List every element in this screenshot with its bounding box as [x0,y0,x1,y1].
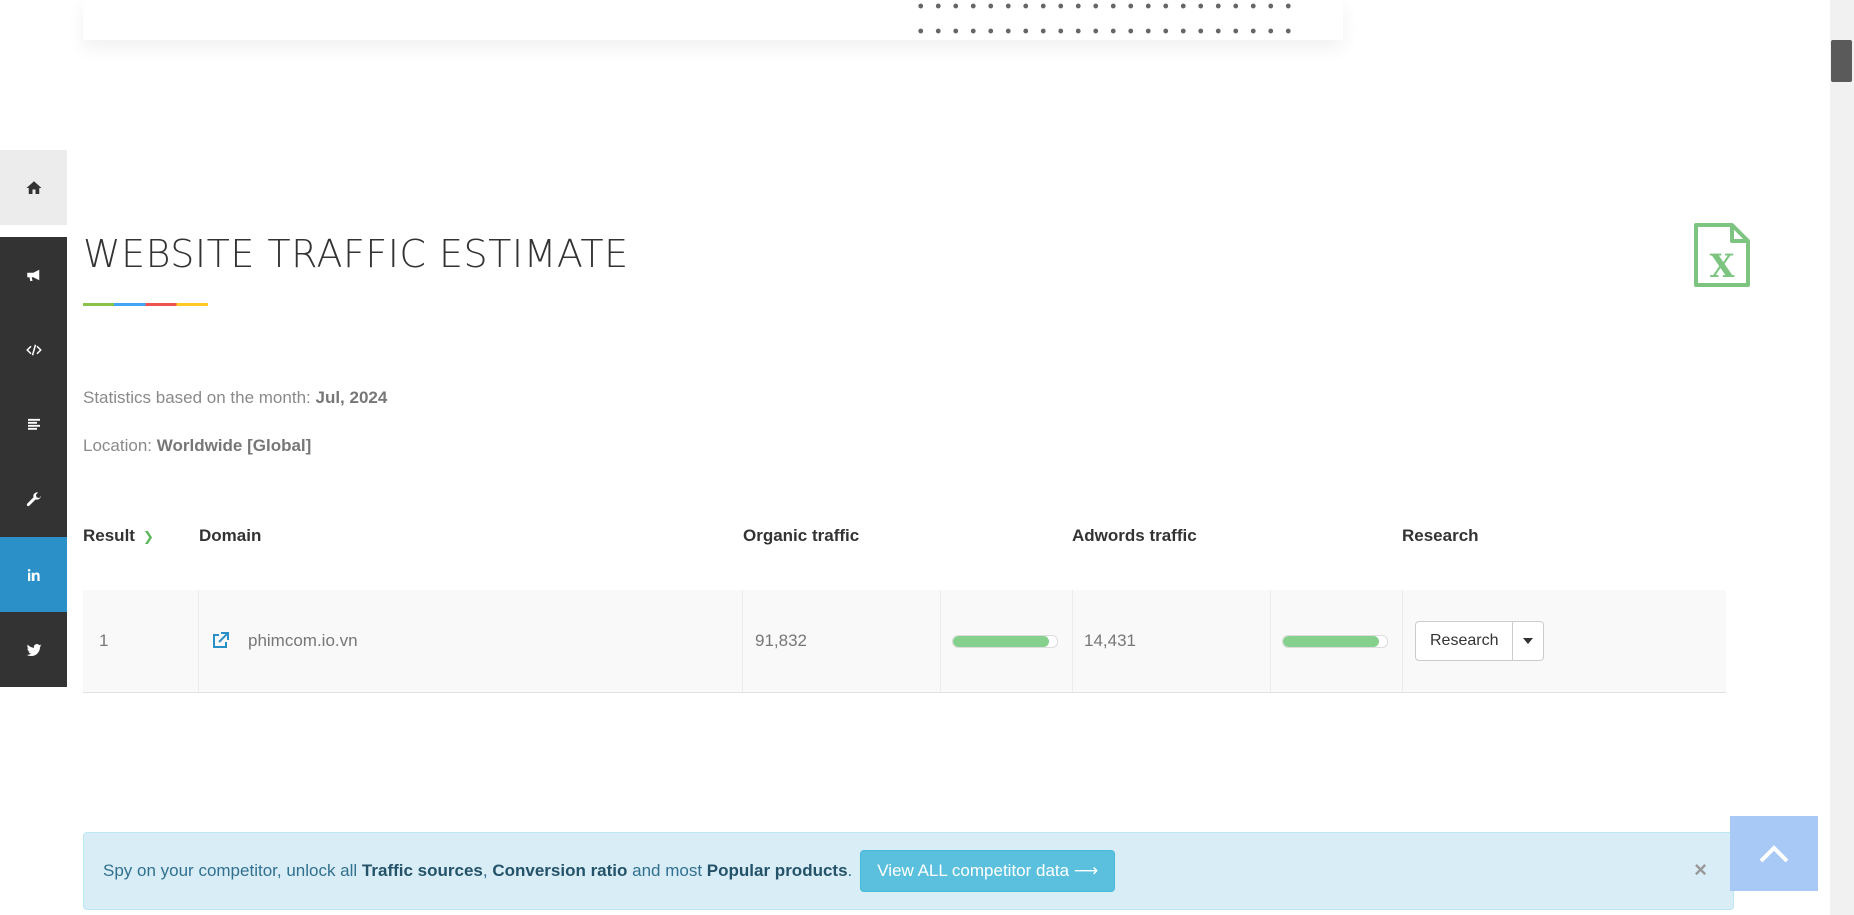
row-adwords-traffic: 14,431 [1084,631,1136,650]
table-row: 1 phimcom.io.vn 91,832 14,431 Research [83,590,1726,693]
title-underline [83,303,208,306]
sidebar-twitter[interactable] [0,612,67,687]
stats-location-value: Worldwide [Global] [156,436,312,455]
linkedin-icon [27,568,40,581]
sidebar-linkedin[interactable] [0,537,67,612]
alert-sep-1: , [482,861,493,880]
code-icon [25,344,42,355]
stats-month-value: Jul, 2024 [315,388,388,407]
alert-text-2: and most [627,861,707,880]
scrollbar-thumb[interactable] [1831,40,1852,82]
alert-bold-popular-products: Popular products [706,861,848,880]
alert-text-1: Spy on your competitor, unlock all [103,861,362,880]
page-title: WEBSITE TRAFFIC ESTIMATE [83,232,629,276]
external-link-icon[interactable] [210,631,230,651]
organic-traffic-bar [952,590,1058,692]
stats-month-label: Statistics based on the month: [83,388,311,407]
adwords-bar-fill [1283,635,1379,647]
social-sidebar [0,150,67,687]
row-result: 1 [99,631,109,650]
sidebar-campaigns[interactable] [0,237,67,312]
twitter-icon [26,643,41,656]
header-organic-traffic: Organic traffic [743,526,860,545]
page-scrollbar[interactable] [1830,0,1854,915]
sidebar-code[interactable] [0,312,67,387]
header-research: Research [1402,526,1479,545]
alert-bold-traffic-sources: Traffic sources [361,861,483,880]
research-dropdown-toggle[interactable] [1513,621,1545,661]
table-header: Result ❯ Domain Organic traffic Adwords t… [83,520,1726,591]
excel-file-icon[interactable]: X [1692,222,1752,288]
row-research-cell: Research [1415,590,1545,692]
row-organic-traffic: 91,832 [755,631,807,650]
adwords-traffic-bar [1282,590,1388,692]
scroll-to-top-button[interactable] [1730,816,1818,891]
upsell-alert: Spy on your competitor, unlock all Traff… [83,832,1734,910]
chevron-up-icon [1759,844,1789,862]
wrench-icon [26,491,41,506]
align-left-icon [27,418,40,430]
alert-text-3: . [847,861,853,880]
header-result-label: Result [83,526,135,545]
row-domain[interactable]: phimcom.io.vn [248,631,358,651]
bullhorn-icon [26,269,39,281]
research-button-group: Research [1415,621,1545,661]
row-domain-cell: phimcom.io.vn [210,590,358,692]
sidebar-home[interactable] [0,150,67,225]
alert-close-button[interactable]: × [1694,857,1707,883]
stats-location: Location: Worldwide [Global] [83,436,311,456]
research-button[interactable]: Research [1415,621,1514,661]
home-icon [26,180,41,194]
header-domain: Domain [199,526,262,545]
caret-down-icon [1523,638,1534,644]
alert-bold-conversion-ratio: Conversion ratio [492,861,628,880]
header-adwords-traffic: Adwords traffic [1072,526,1197,545]
header-result[interactable]: Result ❯ [83,526,154,546]
svg-text:X: X [1710,247,1735,285]
decorative-dots [912,0,1292,40]
sort-chevron-icon[interactable]: ❯ [143,529,154,544]
organic-bar-fill [953,635,1049,647]
view-competitor-data-button[interactable]: View ALL competitor data ⟶ [860,850,1116,892]
sidebar-tools[interactable] [0,462,67,537]
stats-location-label: Location: [83,436,152,455]
sidebar-content[interactable] [0,387,67,462]
stats-month: Statistics based on the month: Jul, 2024 [83,388,387,408]
